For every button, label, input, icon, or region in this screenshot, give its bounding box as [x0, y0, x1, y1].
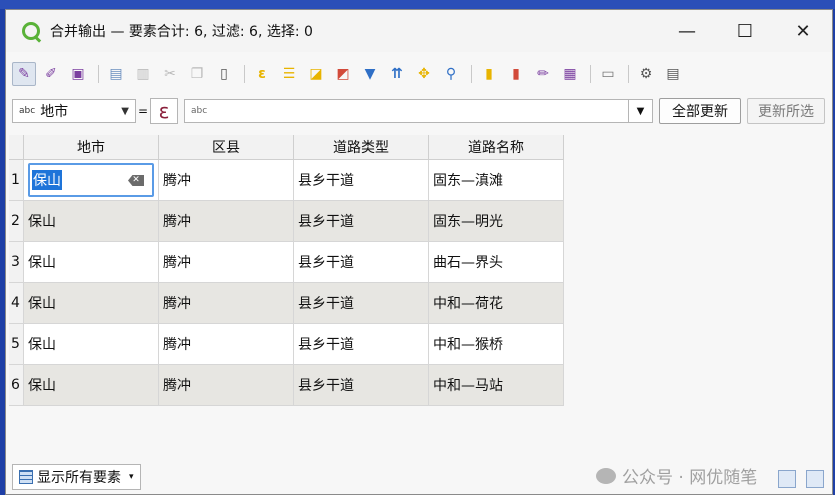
- pan-to-selection-icon[interactable]: ✥: [412, 62, 436, 86]
- column-header-road-type[interactable]: 道路类型: [293, 135, 429, 160]
- toggle-editing-icon[interactable]: ✎: [12, 62, 36, 86]
- dock-icon[interactable]: ▭: [596, 62, 620, 86]
- expression-select-icon[interactable]: ε: [250, 62, 274, 86]
- cell-road-name[interactable]: 中和—荷花: [428, 282, 564, 324]
- column-header-city[interactable]: 地市: [23, 135, 159, 160]
- copy-icon[interactable]: ❐: [185, 62, 209, 86]
- cell-road-name[interactable]: 中和—猴桥: [428, 323, 564, 365]
- cell-road-name[interactable]: 中和—马站: [428, 364, 564, 406]
- expression-button[interactable]: ε: [150, 98, 178, 124]
- table-icon: [19, 470, 33, 484]
- cell-road-type[interactable]: 县乡干道: [293, 323, 429, 365]
- filter-icon[interactable]: ▼: [358, 62, 382, 86]
- delete-field-icon[interactable]: ▮: [504, 62, 528, 86]
- title-bar: 合并输出 — 要素合计: 6, 过滤: 6, 选择: 0 — ☐ ✕: [6, 10, 832, 52]
- cell-county[interactable]: 腾冲: [158, 200, 294, 242]
- table-row[interactable]: 5 保山 腾冲 县乡干道 中和—猴桥: [9, 323, 564, 365]
- cell-editor-input[interactable]: 保山 ✕: [28, 163, 154, 197]
- deselect-icon[interactable]: ◩: [331, 62, 355, 86]
- qgis-logo-icon: [22, 22, 40, 40]
- row-number[interactable]: 3: [9, 241, 24, 283]
- cell-county[interactable]: 腾冲: [158, 323, 294, 365]
- field-calculator-icon[interactable]: ✏: [531, 62, 555, 86]
- field-filter-bar: abc 地市 ▼ = ε abc ▼ 全部更新 更新所选: [6, 96, 832, 126]
- row-number[interactable]: 1: [9, 159, 24, 201]
- save-edits-icon[interactable]: ▣: [66, 62, 90, 86]
- cell-city[interactable]: 保山: [23, 282, 159, 324]
- cell-road-type[interactable]: 县乡干道: [293, 200, 429, 242]
- table-row[interactable]: 4 保山 腾冲 县乡干道 中和—荷花: [9, 282, 564, 324]
- maximize-button[interactable]: ☐: [716, 10, 774, 52]
- actions-icon[interactable]: ⚙: [634, 62, 658, 86]
- conditional-format-icon[interactable]: ▦: [558, 62, 582, 86]
- table-row[interactable]: 3 保山 腾冲 县乡干道 曲石—界头: [9, 241, 564, 283]
- form-view-icon[interactable]: [778, 470, 796, 488]
- show-all-label: 显示所有要素: [37, 470, 121, 486]
- attribute-table-window: 合并输出 — 要素合计: 6, 过滤: 6, 选择: 0 — ☐ ✕ ✎ ✐ ▣…: [5, 9, 833, 495]
- field-name: 地市: [40, 104, 69, 120]
- cell-county[interactable]: 腾冲: [158, 282, 294, 324]
- cell-city[interactable]: 保山: [23, 323, 159, 365]
- cell-county[interactable]: 腾冲: [158, 159, 294, 201]
- show-all-features-button[interactable]: 显示所有要素 ▾: [12, 464, 141, 490]
- table-row[interactable]: 6 保山 腾冲 县乡干道 中和—马站: [9, 364, 564, 406]
- invert-selection-icon[interactable]: ◪: [304, 62, 328, 86]
- cut-icon[interactable]: ✂: [158, 62, 182, 86]
- cell-road-name[interactable]: 固东—滇滩: [428, 159, 564, 201]
- window-title: 合并输出 — 要素合计: 6, 过滤: 6, 选择: 0: [50, 24, 313, 40]
- paste-icon[interactable]: ▯: [212, 62, 236, 86]
- watermark: 公众号 · 网优随笔: [596, 463, 757, 488]
- column-header-county[interactable]: 区县: [158, 135, 294, 160]
- chevron-down-icon: ▼: [121, 105, 129, 117]
- cell-city[interactable]: 保山 ✕: [23, 159, 159, 201]
- column-header-road-name[interactable]: 道路名称: [428, 135, 564, 160]
- chevron-down-icon: ▾: [129, 472, 134, 482]
- row-number[interactable]: 4: [9, 282, 24, 324]
- row-number[interactable]: 5: [9, 323, 24, 365]
- cell-road-type[interactable]: 县乡干道: [293, 159, 429, 201]
- table-view-toggle-icon[interactable]: [806, 470, 824, 488]
- cell-road-type[interactable]: 县乡干道: [293, 282, 429, 324]
- minimize-button[interactable]: —: [658, 10, 716, 52]
- field-select[interactable]: abc 地市 ▼: [12, 99, 136, 123]
- delete-feature-icon[interactable]: ▥: [131, 62, 155, 86]
- cell-road-name[interactable]: 曲石—界头: [428, 241, 564, 283]
- value-input[interactable]: abc: [184, 99, 629, 123]
- row-number[interactable]: 6: [9, 364, 24, 406]
- cell-city[interactable]: 保山: [23, 364, 159, 406]
- new-field-icon[interactable]: ▮: [477, 62, 501, 86]
- cell-county[interactable]: 腾冲: [158, 241, 294, 283]
- value-dropdown-button[interactable]: ▼: [629, 99, 653, 123]
- table-row[interactable]: 1 保山 ✕ 腾冲 县乡干道 固东—滇滩: [9, 159, 564, 201]
- update-all-button[interactable]: 全部更新: [659, 98, 741, 124]
- clear-icon[interactable]: ✕: [128, 175, 144, 186]
- cell-county[interactable]: 腾冲: [158, 364, 294, 406]
- update-selected-button[interactable]: 更新所选: [747, 98, 825, 124]
- table-row[interactable]: 2 保山 腾冲 县乡干道 固东—明光: [9, 200, 564, 242]
- text-type-icon: abc: [19, 106, 36, 116]
- background-window-strip: [0, 0, 835, 9]
- select-all-icon[interactable]: ☰: [277, 62, 301, 86]
- cell-road-name[interactable]: 固东—明光: [428, 200, 564, 242]
- cell-road-type[interactable]: 县乡干道: [293, 364, 429, 406]
- table-view-icon[interactable]: ▤: [661, 62, 685, 86]
- watermark-text: 公众号 · 网优随笔: [622, 468, 758, 488]
- cell-editor-text: 保山: [32, 170, 62, 190]
- close-button[interactable]: ✕: [774, 10, 832, 52]
- row-number[interactable]: 2: [9, 200, 24, 242]
- add-feature-icon[interactable]: ▤: [104, 62, 128, 86]
- attribute-table: 地市 区县 道路类型 道路名称 1 保山 ✕ 腾冲 县乡干道 固东—滇滩 2 保…: [9, 135, 831, 457]
- wechat-icon: [596, 467, 616, 484]
- multi-edit-icon[interactable]: ✐: [39, 62, 63, 86]
- status-bar: 显示所有要素 ▾ 公众号 · 网优随笔: [6, 456, 832, 494]
- attribute-toolbar: ✎ ✐ ▣ ▤ ▥ ✂ ❐ ▯ ε ☰ ◪ ◩ ▼ ⇈ ✥ ⚲ ▮ ▮ ✏ ▦ …: [6, 52, 832, 96]
- cell-city[interactable]: 保山: [23, 241, 159, 283]
- corner-header[interactable]: [9, 135, 24, 160]
- cell-road-type[interactable]: 县乡干道: [293, 241, 429, 283]
- operator-label: =: [137, 104, 149, 118]
- move-selection-top-icon[interactable]: ⇈: [385, 62, 409, 86]
- zoom-to-selection-icon[interactable]: ⚲: [439, 62, 463, 86]
- cell-city[interactable]: 保山: [23, 200, 159, 242]
